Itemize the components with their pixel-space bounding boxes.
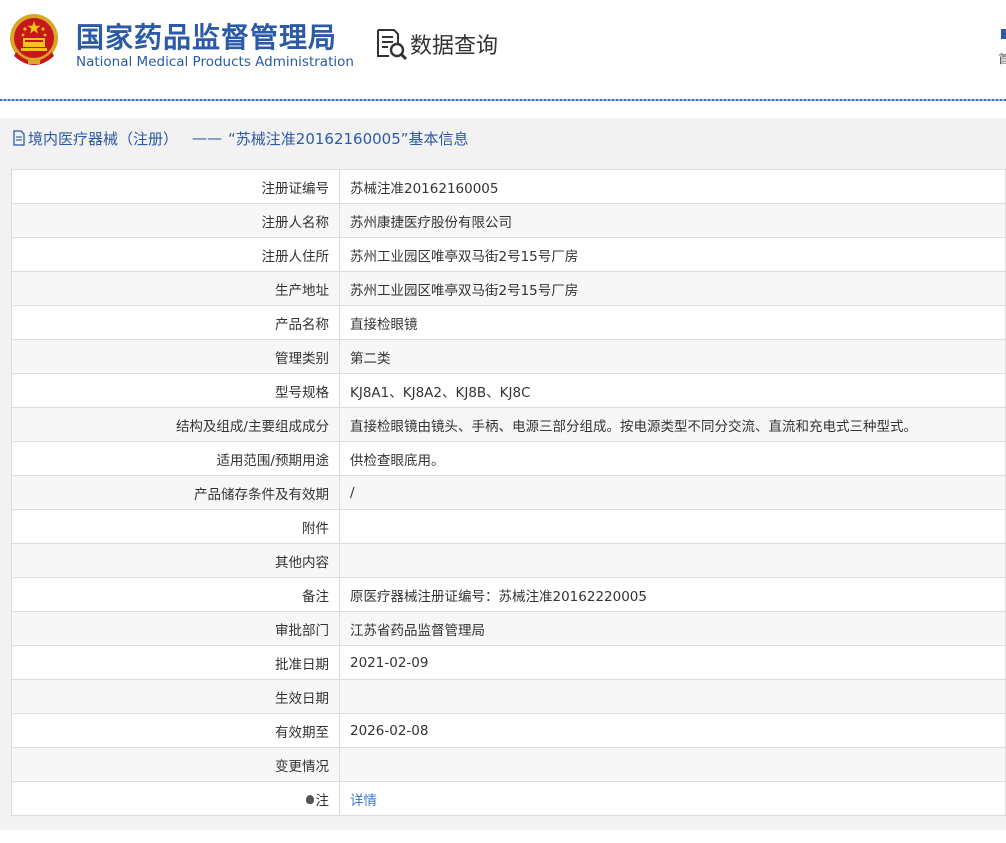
- nav-icon[interactable]: [1001, 29, 1006, 39]
- table-row: 其他内容: [11, 543, 1006, 578]
- details-link[interactable]: 详情: [350, 793, 377, 809]
- row-value: [339, 543, 1006, 578]
- row-value: [339, 509, 1006, 544]
- row-value: 苏州工业园区唯亭双马街2号15号厂房: [339, 271, 1006, 306]
- row-label: 注册人住所: [11, 237, 340, 272]
- row-label: 产品储存条件及有效期: [11, 475, 340, 510]
- breadcrumb-separator: ——: [192, 129, 223, 147]
- table-row: 备注 原医疗器械注册证编号：苏械注准20162220005: [11, 577, 1006, 612]
- row-label: 批准日期: [11, 645, 340, 680]
- table-row: 注册人名称 苏州康捷医疗股份有限公司: [11, 203, 1006, 238]
- row-label: 审批部门: [11, 611, 340, 646]
- document-icon: [13, 130, 25, 146]
- row-label: 型号规格: [11, 373, 340, 408]
- breadcrumb: 境内医疗器械（注册） —— “苏械注准20162160005”基本信息: [12, 128, 469, 148]
- row-label: 有效期至: [11, 713, 340, 748]
- row-label: 结构及组成/主要组成成分: [11, 407, 340, 442]
- data-query-link[interactable]: 数据查询: [374, 27, 498, 61]
- row-value: 2021-02-09: [339, 645, 1006, 680]
- row-label: 注册证编号: [11, 169, 340, 204]
- row-value: 江苏省药品监督管理局: [339, 611, 1006, 646]
- table-row: 变更情况: [11, 747, 1006, 782]
- row-label: 管理类别: [11, 339, 340, 374]
- row-value: 苏械注准20162160005: [339, 169, 1006, 204]
- table-row: 适用范围/预期用途 供检查眼底用。: [11, 441, 1006, 476]
- row-value: KJ8A1、KJ8A2、KJ8B、KJ8C: [339, 373, 1006, 408]
- site-title-en: National Medical Products Administration: [76, 54, 354, 70]
- lightbulb-icon: [305, 795, 314, 804]
- row-value: 苏州康捷医疗股份有限公司: [339, 203, 1006, 238]
- row-value: 供检查眼底用。: [339, 441, 1006, 476]
- row-value: 原医疗器械注册证编号：苏械注准20162220005: [339, 577, 1006, 612]
- table-row: 审批部门 江苏省药品监督管理局: [11, 611, 1006, 646]
- note-value-cell: 详情: [339, 781, 1006, 816]
- site-header: 国家药品监督管理局 National Medical Products Admi…: [0, 0, 1006, 100]
- row-label: 变更情况: [11, 747, 340, 782]
- table-row: 注册人住所 苏州工业园区唯亭双马街2号15号厂房: [11, 237, 1006, 272]
- table-row: 注册证编号 苏械注准20162160005: [11, 169, 1006, 204]
- breadcrumb-record-title: “苏械注准20162160005”基本信息: [228, 129, 469, 148]
- row-label: 其他内容: [11, 543, 340, 578]
- table-row: 有效期至 2026-02-08: [11, 713, 1006, 748]
- row-value: [339, 679, 1006, 714]
- note-label-cell: 注: [11, 781, 340, 816]
- data-query-label: 数据查询: [410, 34, 499, 59]
- header-divider: [0, 99, 1006, 101]
- row-label: 附件: [11, 509, 340, 544]
- table-row: 注 详情: [11, 781, 1006, 816]
- site-title-cn: 国家药品监督管理局: [76, 21, 338, 54]
- row-label: 备注: [11, 577, 340, 612]
- row-value: 苏州工业园区唯亭双马街2号15号厂房: [339, 237, 1006, 272]
- row-label: 适用范围/预期用途: [11, 441, 340, 476]
- table-row: 产品名称 直接检眼镜: [11, 305, 1006, 340]
- row-label: 生产地址: [11, 271, 340, 306]
- row-value: 直接检眼镜由镜头、手柄、电源三部分组成。按电源类型不同分交流、直流和充电式三种型…: [339, 407, 1006, 442]
- row-label: 生效日期: [11, 679, 340, 714]
- table-row: 附件: [11, 509, 1006, 544]
- row-label: 产品名称: [11, 305, 340, 340]
- table-row: 批准日期 2021-02-09: [11, 645, 1006, 680]
- table-row: 结构及组成/主要组成成分 直接检眼镜由镜头、手柄、电源三部分组成。按电源类型不同…: [11, 407, 1006, 442]
- national-emblem-icon: [10, 14, 58, 65]
- row-value: 2026-02-08: [339, 713, 1006, 748]
- row-label: 注: [315, 792, 330, 809]
- table-row: 型号规格 KJ8A1、KJ8A2、KJ8B、KJ8C: [11, 373, 1006, 408]
- registration-info-table: 注册证编号 苏械注准20162160005 注册人名称 苏州康捷医疗股份有限公司…: [11, 169, 1006, 816]
- table-row: 生效日期: [11, 679, 1006, 714]
- row-value: 第二类: [339, 339, 1006, 374]
- table-row: 管理类别 第二类: [11, 339, 1006, 374]
- table-row: 产品储存条件及有效期 /: [11, 475, 1006, 510]
- breadcrumb-section[interactable]: 境内医疗器械（注册）: [28, 128, 178, 149]
- row-value: [339, 747, 1006, 782]
- home-nav-link[interactable]: 首: [998, 50, 1006, 67]
- document-search-icon: [377, 29, 408, 61]
- row-label: 注册人名称: [11, 203, 340, 238]
- row-value: 直接检眼镜: [339, 305, 1006, 340]
- row-value: /: [339, 475, 1006, 510]
- table-row: 生产地址 苏州工业园区唯亭双马街2号15号厂房: [11, 271, 1006, 306]
